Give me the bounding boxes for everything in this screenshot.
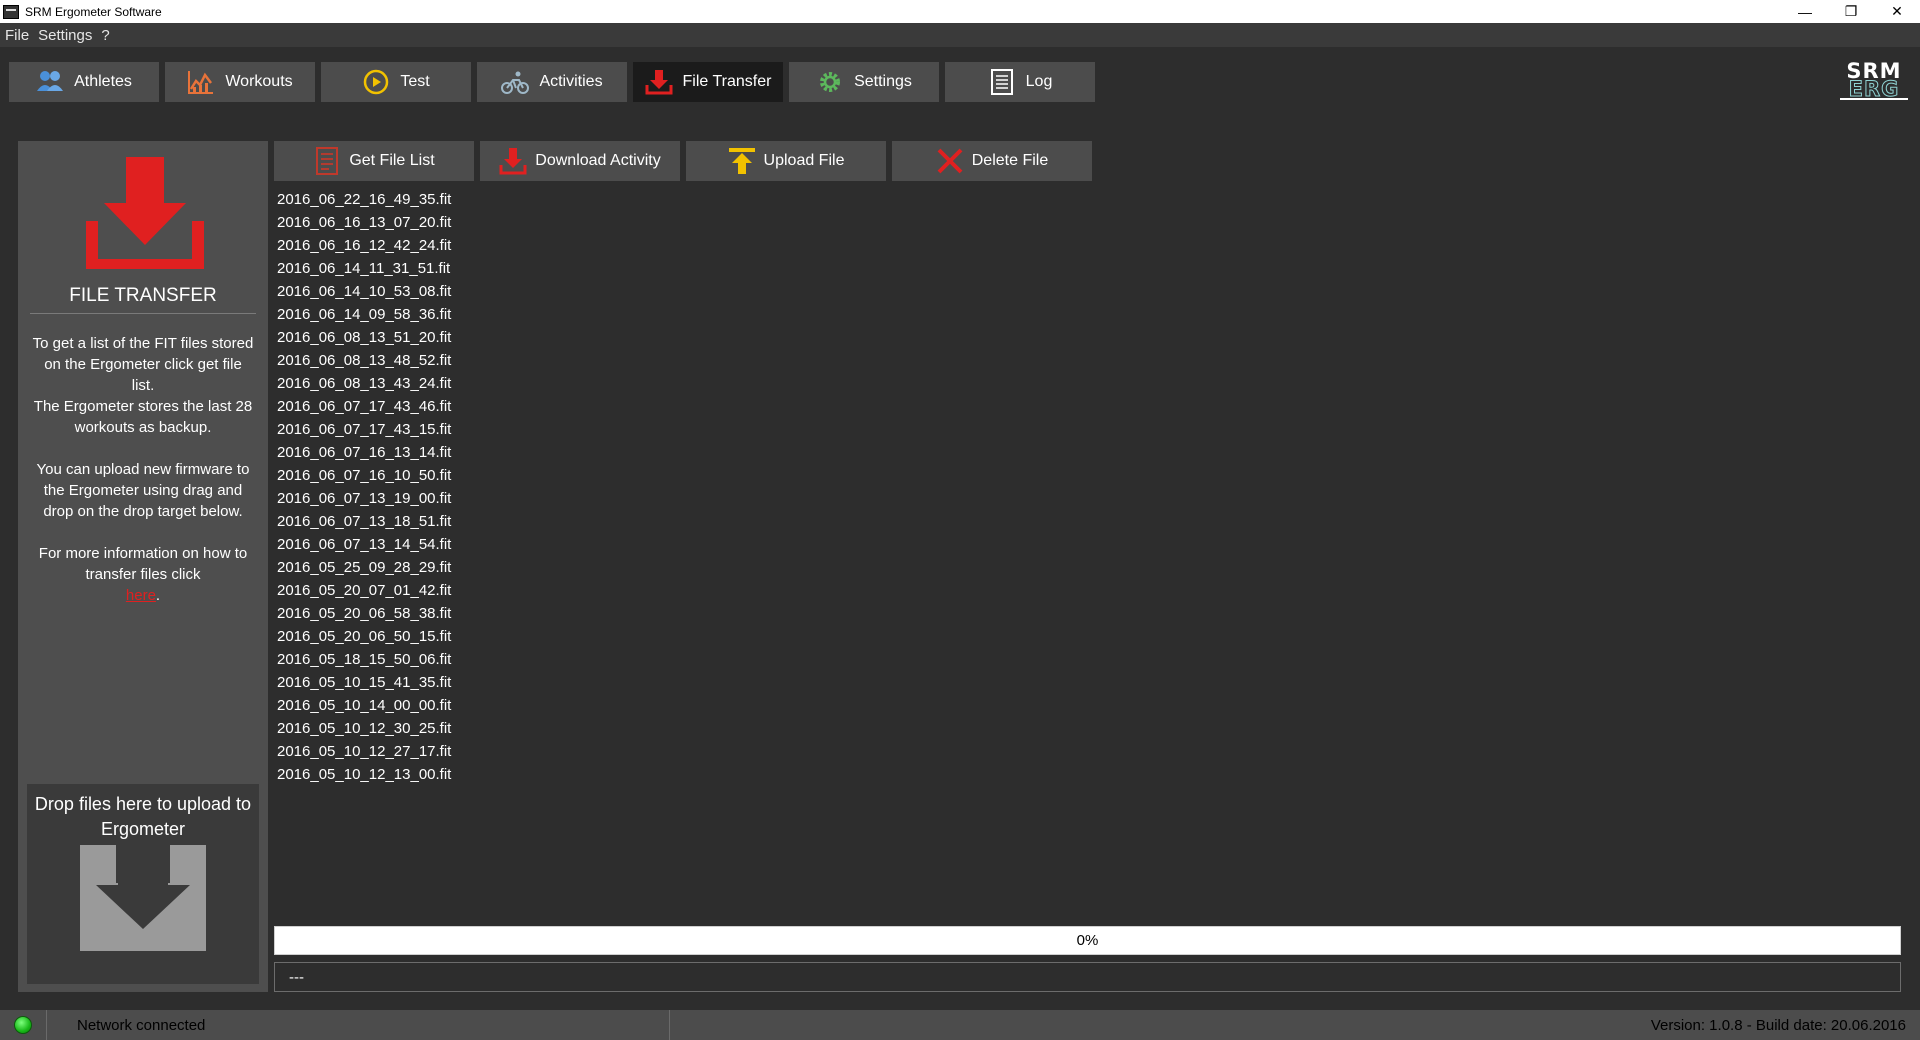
tab-label: Activities [539, 73, 603, 90]
version-info: Version: 1.0.8 - Build date: 20.06.2016 [1650, 1016, 1906, 1034]
menu-help[interactable]: ? [96, 27, 113, 44]
srm-erg-logo: SRM ERG [1840, 61, 1908, 102]
test-play-icon [364, 69, 389, 95]
file-list-item[interactable]: 2016_06_16_13_07_20.fit [277, 211, 577, 234]
panel-description: To get a list of the FIT files stored on… [32, 333, 254, 627]
file-list-item[interactable]: 2016_06_07_13_14_54.fit [277, 533, 577, 556]
help-link[interactable]: here [126, 587, 156, 604]
menu-settings[interactable]: Settings [33, 27, 96, 44]
file-list-item[interactable]: 2016_06_07_17_43_15.fit [277, 418, 577, 441]
tab-label: Athletes [74, 73, 132, 90]
tab-label: File Transfer [682, 73, 772, 90]
window-title: SRM Ergometer Software [25, 4, 162, 19]
file-list-item[interactable]: 2016_06_08_13_43_24.fit [277, 372, 577, 395]
download-activity-button[interactable]: Download Activity [480, 141, 680, 181]
tab-settings[interactable]: Settings [789, 62, 939, 102]
drop-target-label: Drop files here to upload to Ergometer [34, 794, 252, 839]
file-list-item[interactable]: 2016_05_18_15_50_06.fit [277, 648, 577, 671]
file-list-item[interactable]: 2016_05_20_07_01_42.fit [277, 579, 577, 602]
minimize-button[interactable]: — [1782, 0, 1828, 23]
menu-bar: File Settings ? [0, 23, 1920, 47]
button-label: Upload File [763, 152, 845, 169]
upload-icon [728, 148, 755, 174]
cyclist-icon [501, 71, 530, 94]
desc-firmware: You can upload new firmware to the Ergom… [36, 461, 250, 520]
log-list-icon [990, 69, 1013, 95]
file-list-item[interactable]: 2016_06_16_12_42_24.fit [277, 234, 577, 257]
restore-button[interactable]: ❐ [1828, 0, 1874, 23]
progress-label: 0% [1076, 932, 1099, 949]
file-list-item[interactable]: 2016_05_10_12_13_00.fit [277, 763, 577, 786]
button-label: Get File List [349, 152, 435, 169]
tab-test[interactable]: Test [321, 62, 471, 102]
transfer-status-field: --- [274, 962, 1901, 992]
upload-file-button[interactable]: Upload File [686, 141, 886, 181]
file-list-item[interactable]: 2016_06_07_17_43_46.fit [277, 395, 577, 418]
get-file-list-button[interactable]: Get File List [274, 141, 474, 181]
file-transfer-info-panel: FILE TRANSFER To get a list of the FIT f… [18, 141, 268, 992]
tab-label: Settings [854, 73, 912, 90]
file-list-item[interactable]: 2016_06_07_16_13_14.fit [277, 441, 577, 464]
delete-file-button[interactable]: Delete File [892, 141, 1092, 181]
tab-label: Log [1025, 73, 1053, 90]
network-status-led-icon [14, 1016, 32, 1034]
app-icon [3, 4, 19, 19]
file-list-item[interactable]: 2016_06_08_13_48_52.fit [277, 349, 577, 372]
tab-label: Workouts [225, 73, 293, 90]
drop-arrow-icon [80, 845, 206, 951]
file-list-icon [316, 147, 339, 175]
tab-athletes[interactable]: Athletes [9, 62, 159, 102]
main-nav: Athletes Workouts Test Activities File T… [9, 62, 1095, 102]
delete-x-icon [937, 148, 963, 174]
tab-label: Test [400, 73, 430, 90]
firmware-drop-target[interactable]: Drop files here to upload to Ergometer [27, 784, 259, 984]
desc-backup: The Ergometer stores the last 28 workout… [33, 398, 253, 436]
file-list-item[interactable]: 2016_06_07_13_19_00.fit [277, 487, 577, 510]
status-separator [46, 1010, 47, 1040]
file-list-item[interactable]: 2016_06_22_16_49_35.fit [277, 188, 577, 211]
file-list-item[interactable]: 2016_05_25_09_28_29.fit [277, 556, 577, 579]
athletes-icon [37, 71, 64, 91]
download-icon [645, 70, 673, 95]
tab-file-transfer[interactable]: File Transfer [633, 62, 783, 102]
workouts-chart-icon [188, 71, 214, 94]
file-list-item[interactable]: 2016_05_20_06_58_38.fit [277, 602, 577, 625]
title-bar: SRM Ergometer Software — ❐ ✕ [0, 0, 1920, 23]
button-label: Download Activity [535, 152, 661, 169]
download-icon [499, 148, 527, 175]
network-status-text: Network connected [77, 1016, 206, 1034]
file-list[interactable]: 2016_06_22_16_49_35.fit 2016_06_16_13_07_… [277, 188, 577, 786]
gear-icon [820, 72, 841, 92]
close-button[interactable]: ✕ [1874, 0, 1920, 23]
file-list-item[interactable]: 2016_05_10_14_00_00.fit [277, 694, 577, 717]
panel-title: FILE TRANSFER [30, 285, 256, 314]
file-toolbar: Get File List Download Activity Upload F… [274, 141, 1092, 181]
menu-file[interactable]: File [0, 27, 33, 44]
button-label: Delete File [971, 152, 1049, 169]
transfer-progress-bar: 0% [274, 926, 1901, 955]
tab-log[interactable]: Log [945, 62, 1095, 102]
tab-workouts[interactable]: Workouts [165, 62, 315, 102]
window-controls: — ❐ ✕ [1782, 0, 1920, 23]
logo-line-2: ERG [1840, 78, 1908, 100]
file-list-item[interactable]: 2016_06_14_09_58_36.fit [277, 303, 577, 326]
file-list-item[interactable]: 2016_06_07_13_18_51.fit [277, 510, 577, 533]
desc-more-info: For more information on how to transfer … [38, 545, 248, 583]
tab-activities[interactable]: Activities [477, 62, 627, 102]
file-list-item[interactable]: 2016_05_10_12_27_17.fit [277, 740, 577, 763]
file-list-item[interactable]: 2016_06_07_16_10_50.fit [277, 464, 577, 487]
file-list-item[interactable]: 2016_06_08_13_51_20.fit [277, 326, 577, 349]
file-list-item[interactable]: 2016_05_20_06_50_15.fit [277, 625, 577, 648]
status-bar: Network connected Version: 1.0.8 - Build… [0, 1010, 1920, 1040]
desc-period: . [155, 587, 161, 604]
file-list-item[interactable]: 2016_06_14_10_53_08.fit [277, 280, 577, 303]
file-list-item[interactable]: 2016_05_10_12_30_25.fit [277, 717, 577, 740]
status-separator [669, 1010, 670, 1040]
desc-get-list: To get a list of the FIT files stored on… [32, 335, 254, 394]
file-list-item[interactable]: 2016_05_10_15_41_35.fit [277, 671, 577, 694]
file-transfer-download-icon [86, 157, 204, 269]
file-list-item[interactable]: 2016_06_14_11_31_51.fit [277, 257, 577, 280]
